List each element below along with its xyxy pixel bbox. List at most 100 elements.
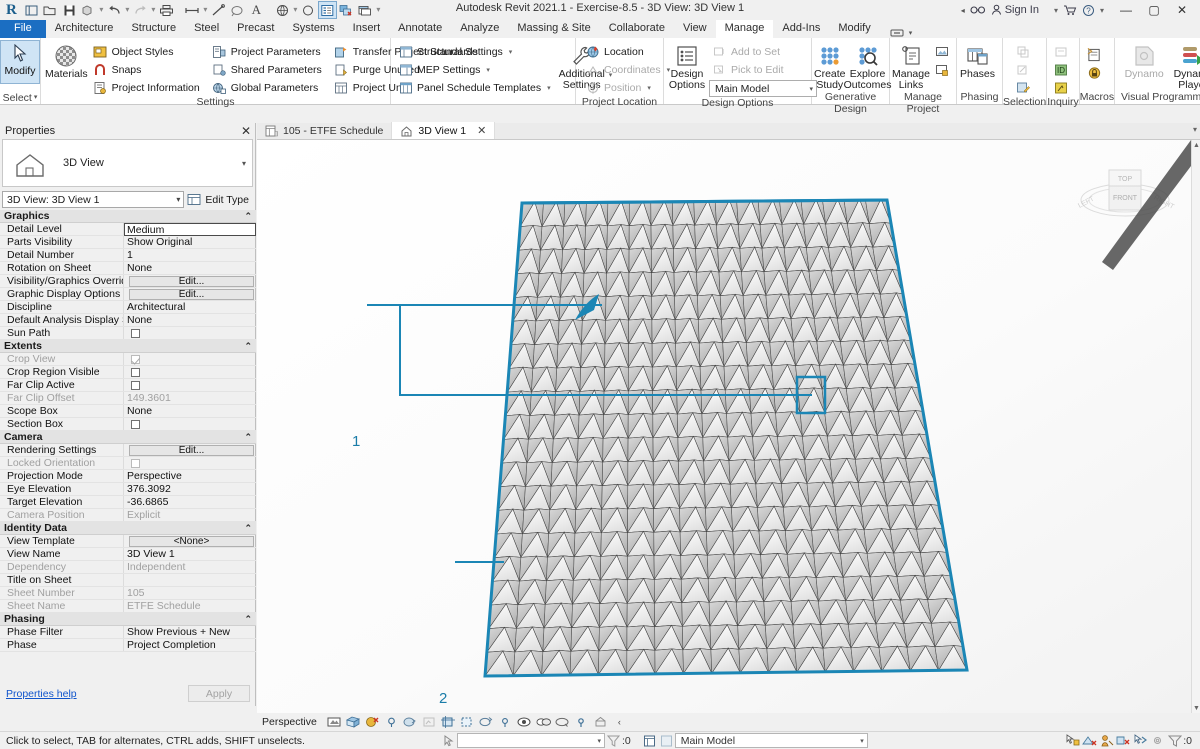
tab-massing-site[interactable]: Massing & Site (508, 20, 599, 38)
property-row[interactable]: PhaseProject Completion (0, 639, 256, 652)
canvas-vertical-scrollbar[interactable]: ▲ ▼ (1191, 140, 1200, 713)
shadows-icon[interactable] (403, 715, 418, 730)
scroll-down-icon[interactable]: ▼ (1192, 703, 1200, 713)
property-row[interactable]: Phase FilterShow Previous + New (0, 626, 256, 639)
modify-button[interactable]: Modify (0, 40, 40, 84)
panel-schedule-caret-icon[interactable]: ▾ (547, 84, 551, 92)
property-checkbox[interactable] (131, 381, 140, 390)
macro-security-button[interactable] (1084, 64, 1105, 81)
properties-help-link[interactable]: Properties help (6, 688, 77, 700)
tab-manage[interactable]: Manage (716, 20, 774, 38)
properties-group-header[interactable]: Camera⌃ (0, 431, 256, 444)
property-row[interactable]: Crop View (0, 353, 256, 366)
projection-label[interactable]: Perspective (262, 716, 317, 728)
scale-icon[interactable] (327, 715, 342, 730)
property-value[interactable]: 1 (124, 249, 256, 261)
property-row[interactable]: Sun Path (0, 327, 256, 340)
property-row[interactable]: Rendering SettingsEdit... (0, 444, 256, 457)
property-value[interactable]: Perspective (124, 470, 256, 482)
tab-analyze[interactable]: Analyze (451, 20, 508, 38)
properties-type-box[interactable]: 3D View ▾ (2, 139, 253, 187)
property-row[interactable]: Far Clip Active (0, 379, 256, 392)
property-value[interactable]: None (124, 314, 256, 326)
property-row[interactable]: DependencyIndependent (0, 561, 256, 574)
explore-outcomes-button[interactable]: Explore Outcomes (848, 41, 888, 91)
select-links-icon[interactable] (1064, 733, 1081, 749)
chevron-collapse-icon[interactable]: ⌃ (244, 523, 252, 534)
property-edit-button[interactable]: Edit... (129, 276, 254, 287)
temporary-hide-isolate-icon[interactable] (498, 715, 513, 730)
design-options-status-icon[interactable] (658, 733, 675, 749)
property-value[interactable]: 105 (124, 587, 256, 599)
show-constraints-icon[interactable] (555, 715, 570, 730)
analytical-model-icon[interactable] (593, 715, 608, 730)
drag-elements-icon[interactable] (1132, 733, 1149, 749)
visual-style-icon[interactable] (365, 715, 380, 730)
tab-architecture[interactable]: Architecture (46, 20, 123, 38)
property-row[interactable]: Crop Region Visible (0, 366, 256, 379)
help-caret-icon[interactable]: ▾ (1100, 6, 1104, 15)
property-row[interactable]: Detail LevelMedium (0, 223, 256, 236)
filter-caret-icon[interactable]: ▾ (597, 737, 601, 745)
view-tab-close-icon[interactable]: ✕ (477, 124, 486, 137)
property-value[interactable]: -36.6865 (124, 496, 256, 508)
property-value[interactable]: None (124, 262, 256, 274)
worksets-icon[interactable] (641, 733, 658, 749)
dynamo-player-button[interactable]: Dynamo Player (1169, 41, 1200, 91)
select-by-id-button[interactable] (1050, 79, 1071, 96)
manage-links-button[interactable]: Manage Links (892, 41, 930, 91)
apply-button[interactable]: Apply (188, 685, 250, 702)
property-row[interactable]: View Template<None> (0, 535, 256, 548)
property-row[interactable]: Visibility/Graphics OverridesEdit... (0, 275, 256, 288)
property-edit-button[interactable]: <None> (129, 536, 254, 547)
design-options-button[interactable]: Design Options (669, 41, 705, 91)
property-value[interactable]: Show Previous + New (124, 626, 256, 638)
property-value[interactable]: 3D View 1 (124, 548, 256, 560)
property-edit-button[interactable]: Edit... (129, 445, 254, 456)
properties-group-header[interactable]: Phasing⌃ (0, 613, 256, 626)
filter-selection-icon[interactable] (605, 733, 622, 749)
chevron-collapse-icon[interactable]: ⌃ (244, 614, 252, 625)
window-controls[interactable]: — ▢ ✕ (1112, 0, 1196, 20)
property-row[interactable]: Default Analysis Display StyleNone (0, 314, 256, 327)
tab-file[interactable]: File (0, 20, 46, 38)
tab-modify[interactable]: Modify (829, 20, 879, 38)
property-value[interactable]: Project Completion (124, 639, 256, 651)
property-value[interactable]: Architectural (124, 301, 256, 313)
view-tab-bar[interactable]: 105 - ETFE Schedule 3D View 1 ✕ ▾ (257, 123, 1200, 140)
select-caret-icon[interactable]: ▾ (34, 92, 38, 104)
unlock-3d-view-icon[interactable] (479, 715, 494, 730)
reveal-constraints-icon[interactable] (574, 715, 589, 730)
global-parameters-button[interactable]: Global Parameters (209, 79, 325, 96)
property-value[interactable]: Explicit (124, 509, 256, 521)
ribbon-tab-bar[interactable]: File Architecture Structure Steel Precas… (0, 20, 1200, 38)
create-study-button[interactable]: Create Study (814, 41, 846, 91)
close-button[interactable]: ✕ (1168, 0, 1196, 20)
phases-button[interactable]: Phases (957, 41, 998, 80)
tab-precast[interactable]: Precast (228, 20, 283, 38)
structural-settings-caret-icon[interactable]: ▾ (509, 48, 513, 56)
main-model-status-combo[interactable]: Main Model ▾ (675, 733, 868, 748)
exclude-options-filter-icon[interactable] (1166, 733, 1183, 749)
properties-group-header[interactable]: Graphics⌃ (0, 210, 256, 223)
property-row[interactable]: Sheet Number105 (0, 587, 256, 600)
property-value[interactable]: Medium (124, 223, 256, 236)
property-value[interactable] (124, 574, 256, 586)
ribbon-panel-title-select[interactable]: Select ▾ (0, 91, 40, 104)
property-row[interactable]: Far Clip Offset149.3601 (0, 392, 256, 405)
chevron-collapse-icon[interactable]: ⌃ (244, 341, 252, 352)
select-pinned-icon[interactable] (1098, 733, 1115, 749)
sun-path-icon[interactable] (384, 715, 399, 730)
project-parameters-button[interactable]: Project Parameters (209, 43, 325, 60)
3d-model-view[interactable]: TOP FRONT LEFT RIGHT (257, 140, 1191, 713)
main-model-combo[interactable]: Main Model ▾ (709, 80, 817, 97)
tab-systems[interactable]: Systems (283, 20, 343, 38)
view-control-bar[interactable]: Perspective ‹ (257, 713, 1191, 731)
property-row[interactable]: Graphic Display OptionsEdit... (0, 288, 256, 301)
filter-combo[interactable]: ▾ (457, 733, 605, 748)
properties-type-caret-icon[interactable]: ▾ (242, 159, 246, 168)
account-bar[interactable]: ◂ Sign In ▾ ? ▾ (961, 0, 1104, 20)
sign-in-button[interactable]: Sign In (991, 4, 1039, 16)
properties-selector-caret-icon[interactable]: ▾ (176, 195, 180, 204)
property-row[interactable]: Rotation on SheetNone (0, 262, 256, 275)
